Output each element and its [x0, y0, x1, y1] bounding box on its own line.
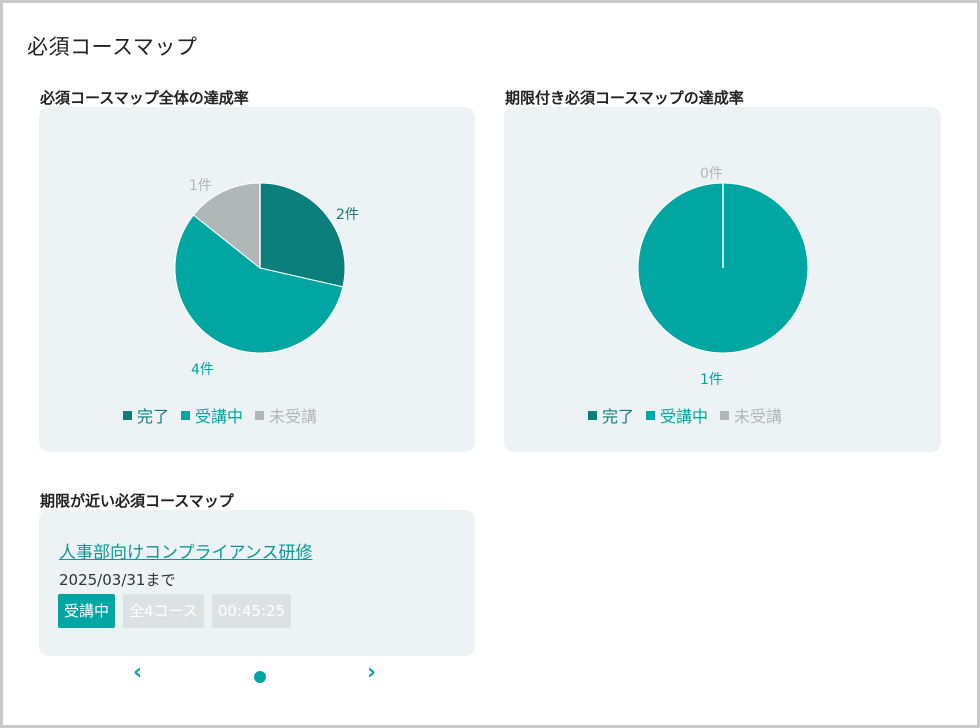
overall-legend: 完了 受講中 未受講: [123, 403, 317, 427]
legend-swatch-completed: [123, 410, 132, 420]
deadline-chart-title: 期限付き必須コースマップの達成率: [505, 89, 744, 107]
deadline-pie-chart: [637, 182, 809, 354]
due-date: 2025/03/31まで: [59, 571, 176, 589]
legend-item-not-started[interactable]: 未受講: [720, 403, 782, 427]
legend-item-in-progress[interactable]: 受講中: [181, 403, 243, 427]
page-frame: 必須コースマップ 必須コースマップ全体の達成率 2件 4件 1件 完了 受講中 …: [3, 3, 977, 725]
upcoming-card: 人事部向けコンプライアンス研修 2025/03/31まで 受講中 全4コース 0…: [39, 510, 475, 656]
deadline-legend: 完了 受講中 未受講: [588, 403, 782, 427]
course-count-badge: 全4コース: [123, 594, 204, 628]
legend-swatch-not-started: [255, 410, 265, 420]
legend-label-completed: 完了: [602, 407, 635, 426]
overall-label-in-progress: 4件: [191, 362, 214, 378]
course-map-link[interactable]: 人事部向けコンプライアンス研修: [59, 538, 312, 563]
upcoming-title: 期限が近い必須コースマップ: [40, 492, 234, 510]
chevron-left-icon[interactable]: ‹: [133, 660, 142, 685]
legend-swatch-completed: [588, 410, 597, 420]
deadline-chart-panel: 0件 1件 完了 受講中 未受講: [504, 107, 941, 452]
deadline-label-completed: 0件: [700, 166, 723, 182]
overall-pie-chart: [174, 182, 346, 354]
deadline-label-in-progress: 1件: [700, 372, 723, 388]
status-badge: 受講中: [58, 594, 116, 628]
legend-swatch-not-started: [720, 410, 730, 420]
page-title: 必須コースマップ: [27, 35, 198, 59]
legend-item-completed[interactable]: 完了: [123, 403, 169, 427]
chevron-right-icon[interactable]: ›: [367, 660, 376, 685]
duration-badge: 00:45:25: [211, 594, 292, 628]
legend-label-completed: 完了: [137, 407, 170, 426]
course-tags: 受講中 全4コース 00:45:25: [58, 594, 292, 628]
legend-label-not-started: 未受講: [269, 407, 318, 426]
legend-label-in-progress: 受講中: [660, 407, 709, 426]
overall-label-not-started: 1件: [189, 178, 212, 194]
legend-label-not-started: 未受講: [734, 407, 783, 426]
legend-label-in-progress: 受講中: [195, 407, 244, 426]
legend-swatch-in-progress: [181, 410, 191, 420]
overall-chart-title: 必須コースマップ全体の達成率: [40, 89, 249, 107]
legend-swatch-in-progress: [646, 410, 656, 420]
legend-item-in-progress[interactable]: 受講中: [646, 403, 708, 427]
carousel-dot[interactable]: [254, 671, 266, 683]
legend-item-not-started[interactable]: 未受講: [255, 403, 317, 427]
overall-chart-panel: 2件 4件 1件 完了 受講中 未受講: [39, 107, 475, 452]
legend-item-completed[interactable]: 完了: [588, 403, 634, 427]
overall-label-completed: 2件: [336, 207, 359, 223]
